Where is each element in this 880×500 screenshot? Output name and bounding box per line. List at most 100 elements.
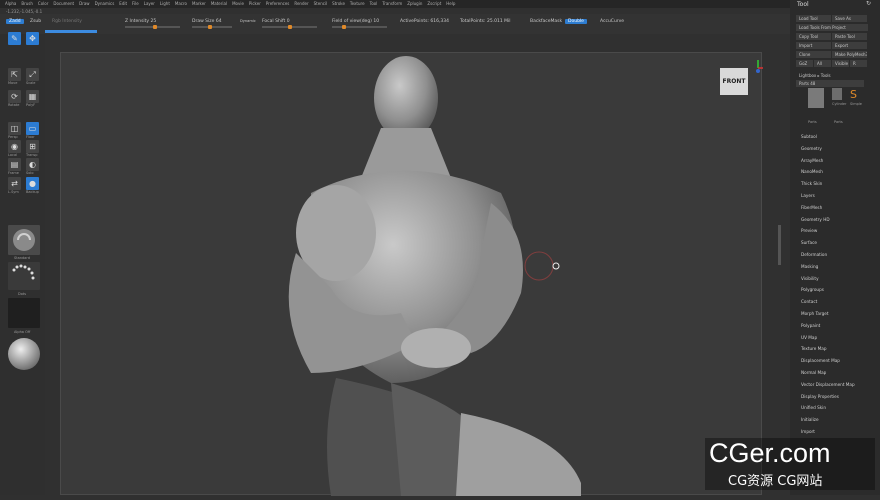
cylinder-thumbnail[interactable] [832,88,842,100]
fov-track[interactable] [332,25,387,29]
z-intensity-slider[interactable]: Z Intensity 25 [125,19,156,24]
subpanel-subtool[interactable]: Subtool [796,132,868,142]
palette-menu-icon[interactable]: ↻ [866,0,871,7]
menu-item-marker[interactable]: Marker [192,0,206,8]
floor-button[interactable]: ▭ [26,122,39,135]
menu-item-color[interactable]: Color [38,0,48,8]
menu-item-render[interactable]: Render [294,0,308,8]
zsub-button[interactable]: Zsub [30,19,41,24]
menu-item-help[interactable]: Help [446,0,455,8]
subpanel-arraymesh[interactable]: ArrayMesh [796,156,868,166]
menu-item-tool[interactable]: Tool [370,0,378,8]
transp-button[interactable]: ⊞ [26,140,39,153]
menu-item-layer[interactable]: Layer [144,0,155,8]
focal-shift-track[interactable] [262,25,317,29]
subpanel-masking[interactable]: Masking [796,262,868,272]
backface-mask-button[interactable]: BackfaceMask [530,19,562,24]
lightbox-tools[interactable]: Lightbox ▸ Tools [796,72,868,79]
menu-item-transform[interactable]: Transform [382,0,402,8]
subpanel-polygroups[interactable]: Polygroups [796,285,868,295]
viewport-scrollbar[interactable] [778,225,781,265]
menu-item-preferences[interactable]: Preferences [266,0,290,8]
subpanel-uv-map[interactable]: UV Map [796,333,868,343]
rgb-intensity-slider[interactable]: Rgb Intensity [52,19,82,24]
subpanel-thick-skin[interactable]: Thick Skin [796,179,868,189]
subpanel-initialize[interactable]: Initialize [796,415,868,425]
subpanel-vector-displacement-map[interactable]: Vector Displacement Map [796,380,868,390]
draw-size-slider[interactable]: Draw Size 64 [192,19,222,24]
tool-btn-r[interactable]: R [850,60,867,67]
brush-thumbnail[interactable] [8,225,40,255]
move-button[interactable]: ⇱ [8,68,21,81]
subpanel-display-properties[interactable]: Display Properties [796,392,868,402]
persp-button[interactable]: ◫ [8,122,21,135]
zadd-button[interactable]: Zadd [6,19,24,24]
subpanel-unified-skin[interactable]: Unified Skin [796,403,868,413]
draw-button[interactable]: ✥ [26,32,39,45]
tool-btn-make-polymesh3d[interactable]: Make PolyMesh3D [832,51,867,58]
menu-item-stencil[interactable]: Stencil [314,0,328,8]
tool-btn-clone[interactable]: Clone [796,51,831,58]
frame-button[interactable]: ▤ [8,158,21,171]
menu-item-zplugin[interactable]: Zplugin [407,0,422,8]
menu-item-movie[interactable]: Movie [232,0,244,8]
subpanel-layers[interactable]: Layers [796,191,868,201]
subpanel-preview[interactable]: Preview [796,226,868,236]
tool-btn-visible[interactable]: Visible [832,60,849,67]
tool-btn-load-tools-from-project[interactable]: Load Tools From Project [796,24,868,31]
simple-brush-icon[interactable]: S [850,88,857,101]
subpanel-visibility[interactable]: Visibility [796,274,868,284]
tool-btn-all[interactable]: All [814,60,831,67]
material-sphere[interactable] [8,338,40,370]
subpanel-normal-map[interactable]: Normal Map [796,368,868,378]
menu-item-picker[interactable]: Picker [249,0,261,8]
subpanel-texture-map[interactable]: Texture Map [796,344,868,354]
tool-btn-goz[interactable]: GoZ [796,60,813,67]
local-button[interactable]: ◉ [8,140,21,153]
dynamic-button[interactable]: Dynamic [240,19,256,23]
double-button[interactable]: Double [565,19,587,24]
subpanel-displacement-map[interactable]: Displacement Map [796,356,868,366]
tool-btn-import[interactable]: Import [796,42,831,49]
rotate-button[interactable]: ⟳ [8,90,21,103]
focal-shift-slider[interactable]: Focal Shift 0 [262,19,290,24]
subpanel-fibermesh[interactable]: FiberMesh [796,203,868,213]
menu-item-texture[interactable]: Texture [350,0,365,8]
menu-item-light[interactable]: Light [160,0,170,8]
polyf-button[interactable]: ▦ [26,90,39,103]
subpanel-geometry-hd[interactable]: Geometry HD [796,215,868,225]
tool-btn-paste-tool[interactable]: Paste Tool [832,33,867,40]
subpanel-geometry[interactable]: Geometry [796,144,868,154]
tool-btn-load-tool[interactable]: Load Tool [796,15,831,22]
menu-item-zscript[interactable]: Zscript [427,0,441,8]
current-tool-thumbnail[interactable] [808,88,824,108]
lsym-button[interactable]: ⇄ [8,177,21,190]
menu-item-alpha[interactable]: Alpha [5,0,16,8]
menu-item-stroke[interactable]: Stroke [332,0,345,8]
tool-btn-copy-tool[interactable]: Copy Tool [796,33,831,40]
menu-item-edit[interactable]: Edit [119,0,127,8]
menu-item-draw[interactable]: Draw [79,0,89,8]
subpanel-surface[interactable]: Surface [796,238,868,248]
subpanel-contact[interactable]: Contact [796,297,868,307]
fov-slider[interactable]: Field of view(deg) 10 [332,19,379,24]
edit-button[interactable]: ✎ [8,32,21,45]
menu-item-brush[interactable]: Brush [21,0,33,8]
solo-button[interactable]: ◐ [26,158,39,171]
menu-item-file[interactable]: File [132,0,139,8]
tool-btn-save-as[interactable]: Save As [832,15,867,22]
alpha-thumbnail[interactable] [8,298,40,328]
menu-item-dynamics[interactable]: Dynamics [95,0,115,8]
subpanel-import[interactable]: Import [796,427,868,437]
accucurve-button[interactable]: AccuCurve [600,19,624,24]
z-intensity-track[interactable] [125,25,180,29]
parts-slider[interactable]: Parts 48 [796,80,864,87]
subpanel-polypaint[interactable]: Polypaint [796,321,868,331]
menu-item-material[interactable]: Material [211,0,227,8]
subpanel-nanomesh[interactable]: NanoMesh [796,167,868,177]
navigation-cube[interactable]: FRONT [720,68,748,95]
backup-button[interactable]: ● [26,177,39,190]
draw-size-track[interactable] [192,25,232,29]
menu-item-macro[interactable]: Macro [175,0,187,8]
canvas-viewport[interactable] [60,52,762,496]
